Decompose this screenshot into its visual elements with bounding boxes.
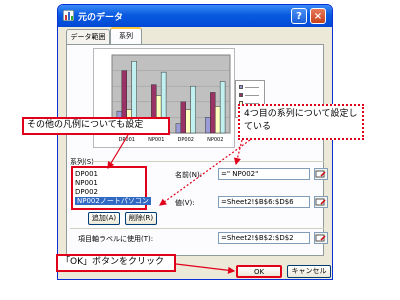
delete-series-button[interactable]: 削除(R) [125,212,157,225]
chart-bar [215,106,221,134]
close-button[interactable]: × [310,8,326,24]
chart-bar [175,123,182,134]
add-series-button[interactable]: 追加(A) [88,212,120,225]
legend-entry [239,84,261,90]
chart-bar [190,85,196,134]
cancel-button[interactable]: キャンセル [287,265,331,278]
chart-bar [219,81,226,134]
x-tick-label: NP002 [207,137,223,143]
chart-bar [205,117,211,134]
ok-callout: 「OK」ボタンをクリック [56,254,176,272]
series-group-divider [92,161,324,162]
x-tick-label: DP001 [119,137,135,143]
legend-line [245,95,259,96]
tab-series[interactable]: 系列 [110,27,142,44]
list-item[interactable]: DP001 [75,170,98,178]
title-bar[interactable]: 元のデータ ? × [58,5,332,27]
series-listbox[interactable]: DP001 NP001 DP002 NP002ノートパソコン [71,166,151,210]
dialog-title: 元のデータ [78,13,124,23]
collapse-dialog-icon [315,198,326,206]
legend-entry [239,92,261,98]
collapse-dialog-icon [315,170,326,178]
value-field[interactable]: =Sheet2!$B$6:$D$6 [218,196,310,208]
legend-line [245,87,259,88]
help-button[interactable]: ? [291,8,307,24]
x-tick-label: DP002 [178,137,194,143]
legend-swatch [239,93,243,97]
chart-bar [185,109,191,134]
value-ref-button[interactable] [314,196,328,208]
x-tick-label: NP001 [148,137,164,143]
name-field-label: 名前(N): [175,171,203,179]
name-field[interactable]: =" NP002" [218,168,310,180]
ok-button[interactable]: OK [236,265,282,278]
list-item[interactable]: NP001 [75,179,98,187]
value-field-label: 値(V): [175,199,195,207]
collapse-dialog-icon [315,234,326,242]
list-item[interactable]: DP002 [75,188,98,196]
category-ref-button[interactable] [314,232,328,244]
legend-swatch [239,85,243,89]
legend-callout: その他の凡例についても設定 [22,117,170,135]
chart-bar [180,101,187,134]
series-callout: 4つ目の系列について設定している [238,104,364,140]
name-ref-button[interactable] [314,168,328,180]
tab-data-range[interactable]: データ範囲 [66,29,110,44]
chart-bar [210,92,216,134]
category-field-label: 項目軸ラベルに使用(T): [78,235,154,243]
list-item-selected[interactable]: NP002ノートパソコン [75,197,151,205]
category-labels-field[interactable]: =Sheet2!$B$2:$D$2 [218,232,310,244]
chart-app-icon [63,10,74,21]
section-divider [70,228,324,229]
